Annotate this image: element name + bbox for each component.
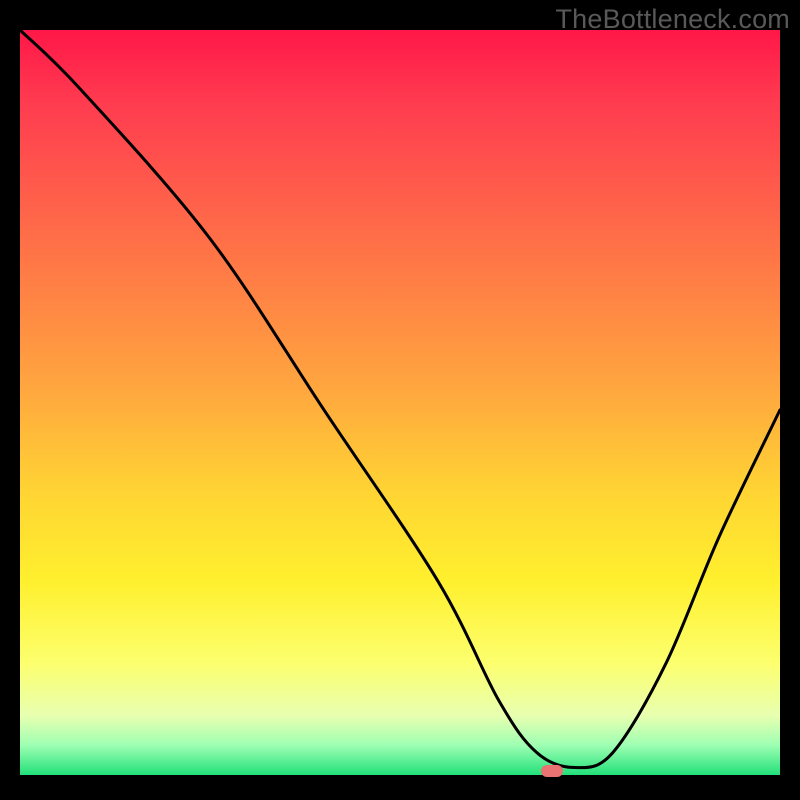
plot-area: [20, 30, 780, 775]
watermark-text: TheBottleneck.com: [555, 4, 790, 35]
curve-path: [20, 30, 780, 768]
optimal-point-marker: [541, 765, 563, 777]
chart-container: TheBottleneck.com: [0, 0, 800, 800]
bottleneck-curve: [20, 30, 780, 775]
